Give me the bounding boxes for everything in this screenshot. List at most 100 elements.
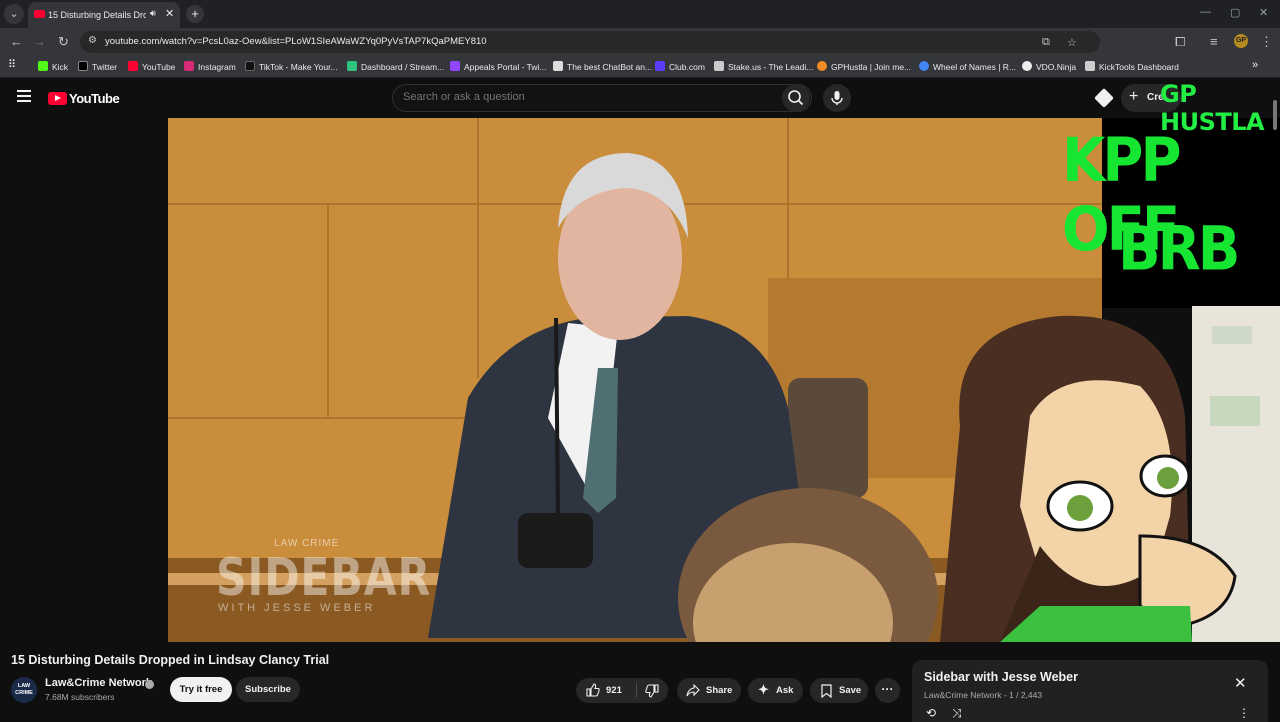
share-button[interactable]: Share — [677, 678, 741, 703]
stream-overlay-line2: BRB — [1118, 214, 1240, 285]
hamburger-menu-icon[interactable] — [17, 90, 31, 105]
chatbot-icon — [553, 61, 563, 71]
chrome-menu-icon[interactable]: ⋮ — [1260, 34, 1273, 50]
bookmark-youtube[interactable]: YouTube — [128, 61, 175, 73]
browser-tab-strip: ⌄ 15 Disturbing Details Dropp 🔊︎ ✕ + — ▢… — [0, 0, 1280, 28]
cartoon-avatar-overlay — [940, 306, 1280, 642]
subscriber-count: 7.68M subscribers — [45, 692, 115, 702]
bookmark-club[interactable]: Club.com — [655, 61, 705, 73]
youtube-header: YouTube + Cre — [0, 78, 1280, 118]
browser-tab-active[interactable]: 15 Disturbing Details Dropp 🔊︎ ✕ — [28, 2, 180, 28]
youtube-logo-icon[interactable] — [48, 92, 67, 105]
bookmark-label: Stake.us - The Leadi... — [728, 62, 814, 72]
bookmark-stake[interactable]: Stake.us - The Leadi... — [714, 61, 813, 73]
loop-icon[interactable]: ⟲ — [926, 706, 936, 720]
bookmark-label: Wheel of Names | R... — [933, 62, 1016, 72]
plus-icon: + — [1129, 88, 1139, 105]
media-queue-icon[interactable]: ≡ — [1210, 34, 1218, 49]
bookmark-label: The best ChatBot an... — [567, 62, 653, 72]
bookmark-wheel-of-names[interactable]: Wheel of Names | R... — [919, 61, 1016, 73]
bookmark-chatbot[interactable]: The best ChatBot an... — [553, 61, 652, 73]
bookmark-tiktok[interactable]: TikTok - Make Your... — [245, 61, 338, 73]
playlist-close-icon[interactable]: ✕ — [1234, 674, 1247, 692]
search-button[interactable] — [782, 84, 810, 112]
subscribe-button[interactable]: Subscribe — [236, 677, 300, 702]
share-arrow-icon — [686, 684, 700, 697]
bookmark-instagram[interactable]: Instagram — [184, 61, 236, 73]
scrollbar-thumb[interactable] — [1273, 100, 1277, 130]
voice-search-button[interactable] — [823, 84, 851, 112]
bookmark-dashboard[interactable]: Dashboard / Stream... — [347, 61, 444, 73]
tiktok-icon — [245, 61, 255, 71]
verified-badge-icon — [145, 680, 154, 689]
bookmark-gphustla[interactable]: GPHustla | Join me... — [817, 61, 911, 73]
new-tab-button[interactable]: + — [186, 5, 204, 23]
more-actions-icon[interactable]: ··· — [875, 678, 900, 703]
url-text[interactable]: youtube.com/watch?v=PcsL0az-Oew&list=PLo… — [105, 36, 487, 47]
playlist-title[interactable]: Sidebar with Jesse Weber — [924, 670, 1078, 684]
thumbs-down-icon — [645, 684, 659, 698]
like-divider — [636, 683, 637, 698]
watermark-host: WITH JESSE WEBER — [218, 602, 376, 614]
reload-icon[interactable]: ↻ — [58, 34, 69, 50]
bookmark-kicktools[interactable]: KickTools Dashboard — [1085, 61, 1179, 73]
playlist-meta: Law&Crime Network - 1 / 2,443 — [924, 690, 1043, 700]
premium-sparkle-icon[interactable] — [1094, 88, 1114, 108]
audio-playing-icon[interactable]: 🔊︎ — [150, 8, 156, 19]
site-info-icon[interactable]: ⚙︎ — [88, 35, 97, 46]
instagram-icon — [184, 61, 194, 71]
channel-avatar[interactable]: LAW CRIME — [11, 677, 37, 703]
youtube-logo-text[interactable]: YouTube — [69, 91, 120, 106]
ask-label: Ask — [776, 685, 794, 696]
dashboard-icon — [347, 61, 357, 71]
install-app-icon[interactable]: ⧉ — [1042, 36, 1050, 49]
bookmark-label: GPHustla | Join me... — [831, 62, 912, 72]
channel-name[interactable]: Law&Crime Network — [45, 677, 152, 689]
bookmark-kick[interactable]: Kick — [38, 61, 68, 73]
playlist-panel: Sidebar with Jesse Weber Law&Crime Netwo… — [912, 660, 1268, 722]
kick-icon — [38, 61, 48, 71]
more-bookmarks-icon[interactable]: » — [1252, 59, 1258, 71]
bookmark-appeals-portal[interactable]: Appeals Portal - Twi... — [450, 61, 547, 73]
bookmark-label: Instagram — [198, 62, 236, 72]
bookmark-save-icon — [821, 684, 832, 698]
like-button[interactable]: 921 — [576, 678, 636, 703]
playlist-menu-icon[interactable]: ⋮ — [1238, 706, 1250, 720]
back-arrow-icon[interactable]: ← — [10, 34, 23, 49]
address-bar[interactable]: ⚙︎ youtube.com/watch?v=PcsL0az-Oew&list=… — [80, 31, 1100, 53]
shuffle-icon[interactable]: ⤨ — [952, 706, 962, 721]
bookmark-star-icon[interactable]: ☆ — [1067, 36, 1077, 49]
dislike-button[interactable] — [638, 678, 668, 703]
bookmark-label: TikTok - Make Your... — [259, 62, 338, 72]
bookmark-vdo-ninja[interactable]: VDO.Ninja — [1022, 61, 1076, 73]
tab-search-chevron-icon[interactable]: ⌄ — [4, 4, 24, 24]
try-it-free-button[interactable]: Try it free — [170, 677, 232, 702]
browser-toolbar: ← → ↻ ⚙︎ youtube.com/watch?v=PcsL0az-Oew… — [0, 28, 1280, 56]
microphone-icon — [831, 91, 843, 105]
ask-button[interactable]: ✦ Ask — [748, 678, 803, 703]
bookmark-label: Twitter — [92, 62, 118, 72]
youtube-favicon-icon — [34, 10, 45, 18]
restore-window-icon[interactable]: ▢ — [1230, 6, 1240, 19]
watermark-show: SIDEBAR — [216, 548, 432, 608]
forward-arrow-icon[interactable]: → — [33, 34, 46, 49]
search-input[interactable] — [403, 91, 773, 103]
bookmarks-bar: ⠿ Kick Twitter YouTube Instagram TikTok … — [0, 56, 1280, 78]
bookmark-label: Dashboard / Stream... — [361, 62, 445, 72]
bookmark-label: YouTube — [142, 62, 176, 72]
save-label: Save — [839, 685, 862, 696]
minimize-window-icon[interactable]: — — [1200, 6, 1211, 18]
search-box[interactable] — [392, 84, 812, 112]
apps-grid-icon[interactable]: ⠿ — [8, 59, 16, 71]
profile-avatar[interactable]: GP — [1234, 34, 1248, 48]
wheel-icon — [919, 61, 929, 71]
close-window-icon[interactable]: ✕ — [1259, 6, 1268, 19]
extensions-puzzle-icon[interactable]: ⧠ — [1175, 34, 1185, 50]
save-button[interactable]: Save — [810, 678, 868, 703]
twitch-icon — [450, 61, 460, 71]
youtube-icon — [128, 61, 138, 71]
sparkle-icon: ✦ — [758, 682, 769, 697]
vdo-ninja-icon — [1022, 61, 1032, 71]
bookmark-twitter[interactable]: Twitter — [78, 61, 117, 73]
tab-close-icon[interactable]: ✕ — [165, 7, 174, 20]
